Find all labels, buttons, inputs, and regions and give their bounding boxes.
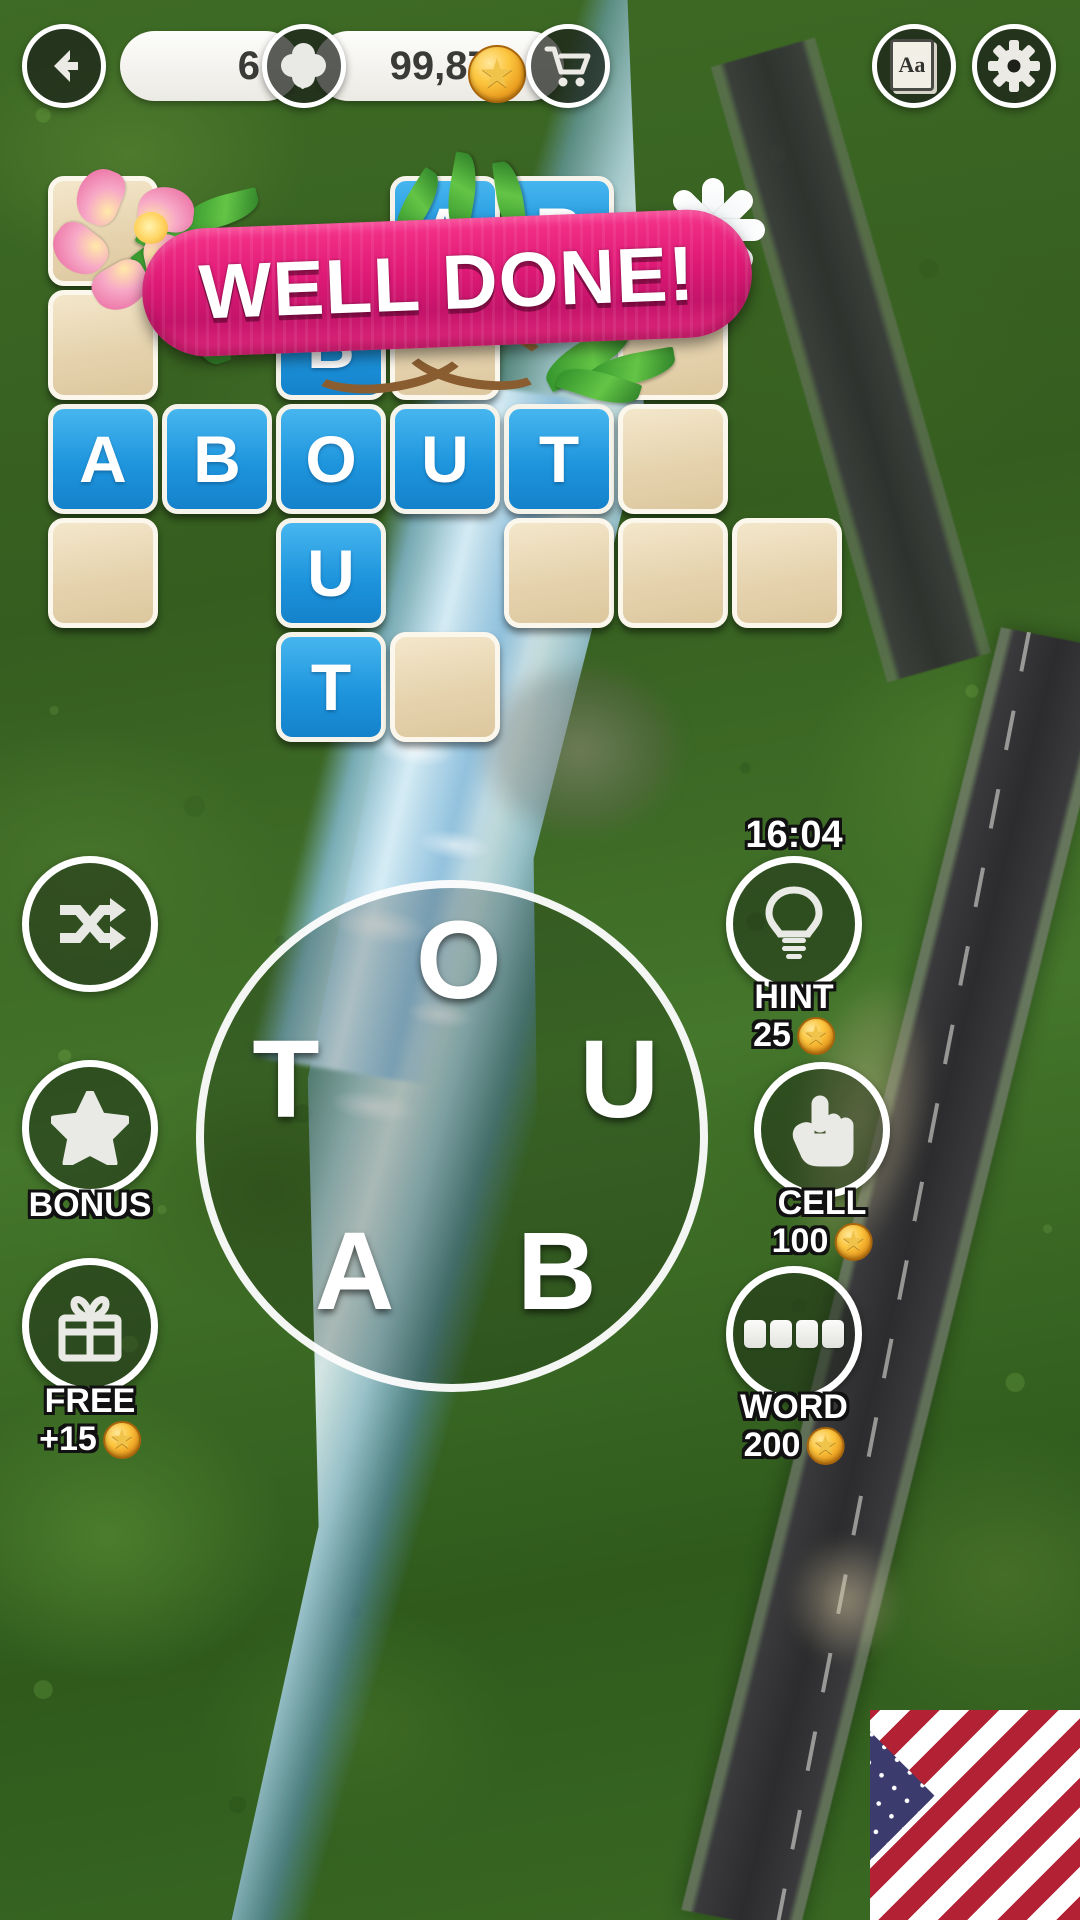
grid-tile-letter: B [162,404,272,514]
word-price: 200 ★ [744,1426,845,1465]
coin-icon: ★ [102,1420,141,1459]
star-icon [51,1091,129,1165]
coin-icon: ★ [806,1426,845,1465]
word-button[interactable]: WORD 200 ★ [726,1266,862,1465]
dictionary-button[interactable]: Aa [872,24,956,108]
hint-price-value: 25 [753,1016,791,1054]
grid-tile-empty [618,518,728,628]
banner-text: WELL DONE! [197,230,697,335]
word-price-value: 200 [743,1426,801,1464]
wheel-letter[interactable]: T [252,1024,319,1135]
dirt-patch-lower [760,1480,930,1720]
free-price-value: +15 [39,1420,97,1458]
well-done-banner: WELL DONE! [139,207,755,359]
bonus-button[interactable]: BONUS [22,1060,158,1224]
cell-label: CELL [777,1184,867,1222]
cell-button[interactable]: CELL 100 ★ [754,1062,890,1261]
lives-count: 6 [237,43,260,88]
hint-button[interactable]: 16:04 HINT 25 ★ [726,814,862,1055]
word-label: WORD [740,1388,848,1426]
grid-tile-empty [504,518,614,628]
free-price: +15 ★ [39,1420,141,1459]
clover-button[interactable] [262,24,346,108]
gear-icon [988,40,1040,92]
hint-price: 25 ★ [753,1016,835,1055]
wheel-letter[interactable]: O [416,906,502,1016]
gift-icon [58,1296,122,1362]
coin-icon: ★ [834,1222,873,1261]
letter-wheel[interactable]: OUB AT [196,880,708,1392]
lightbulb-icon [765,886,823,959]
hint-timer: 16:04 [745,814,843,856]
shopping-cart-icon [544,46,591,87]
grid-tile-empty [48,518,158,628]
grid-tile-letter: T [504,404,614,514]
flag-stripes [870,1710,1080,1920]
grid-tile-empty [618,404,728,514]
wheel-letter[interactable]: B [517,1217,596,1327]
grid-tile-letter: O [276,404,386,514]
word-squares-icon [744,1320,844,1348]
settings-button[interactable] [972,24,1056,108]
shuffle-button[interactable] [22,856,158,992]
grid-tile-letter: T [276,632,386,742]
grid-tile-letter: U [390,404,500,514]
back-button[interactable] [22,24,106,108]
coin-icon: ★ [796,1016,835,1055]
grid-tile-letter: U [276,518,386,628]
arrow-left-icon [54,50,78,82]
cell-price: 100 ★ [772,1222,873,1261]
free-label: FREE [44,1382,136,1420]
hint-label: HINT [754,978,834,1016]
grid-tile-empty [732,518,842,628]
grid-tile-empty [390,632,500,742]
shuffle-icon [60,898,126,950]
wheel-letter[interactable]: A [315,1217,394,1327]
bonus-label: BONUS [28,1186,152,1224]
free-button[interactable]: FREE +15 ★ [22,1258,158,1459]
coin-icon: ★ [468,45,526,103]
shop-button[interactable] [526,24,610,108]
cell-price-value: 100 [771,1222,829,1260]
us-flag-icon[interactable] [870,1710,1080,1920]
dictionary-icon: Aa [888,37,940,95]
pointing-hand-icon [792,1095,854,1167]
wheel-letter[interactable]: U [580,1024,659,1135]
top-bar: 6 99,874 ★ Aa [0,0,1080,132]
grid-tile-letter: A [48,404,158,514]
clover-icon [276,38,331,93]
flag-canton [870,1710,935,1902]
